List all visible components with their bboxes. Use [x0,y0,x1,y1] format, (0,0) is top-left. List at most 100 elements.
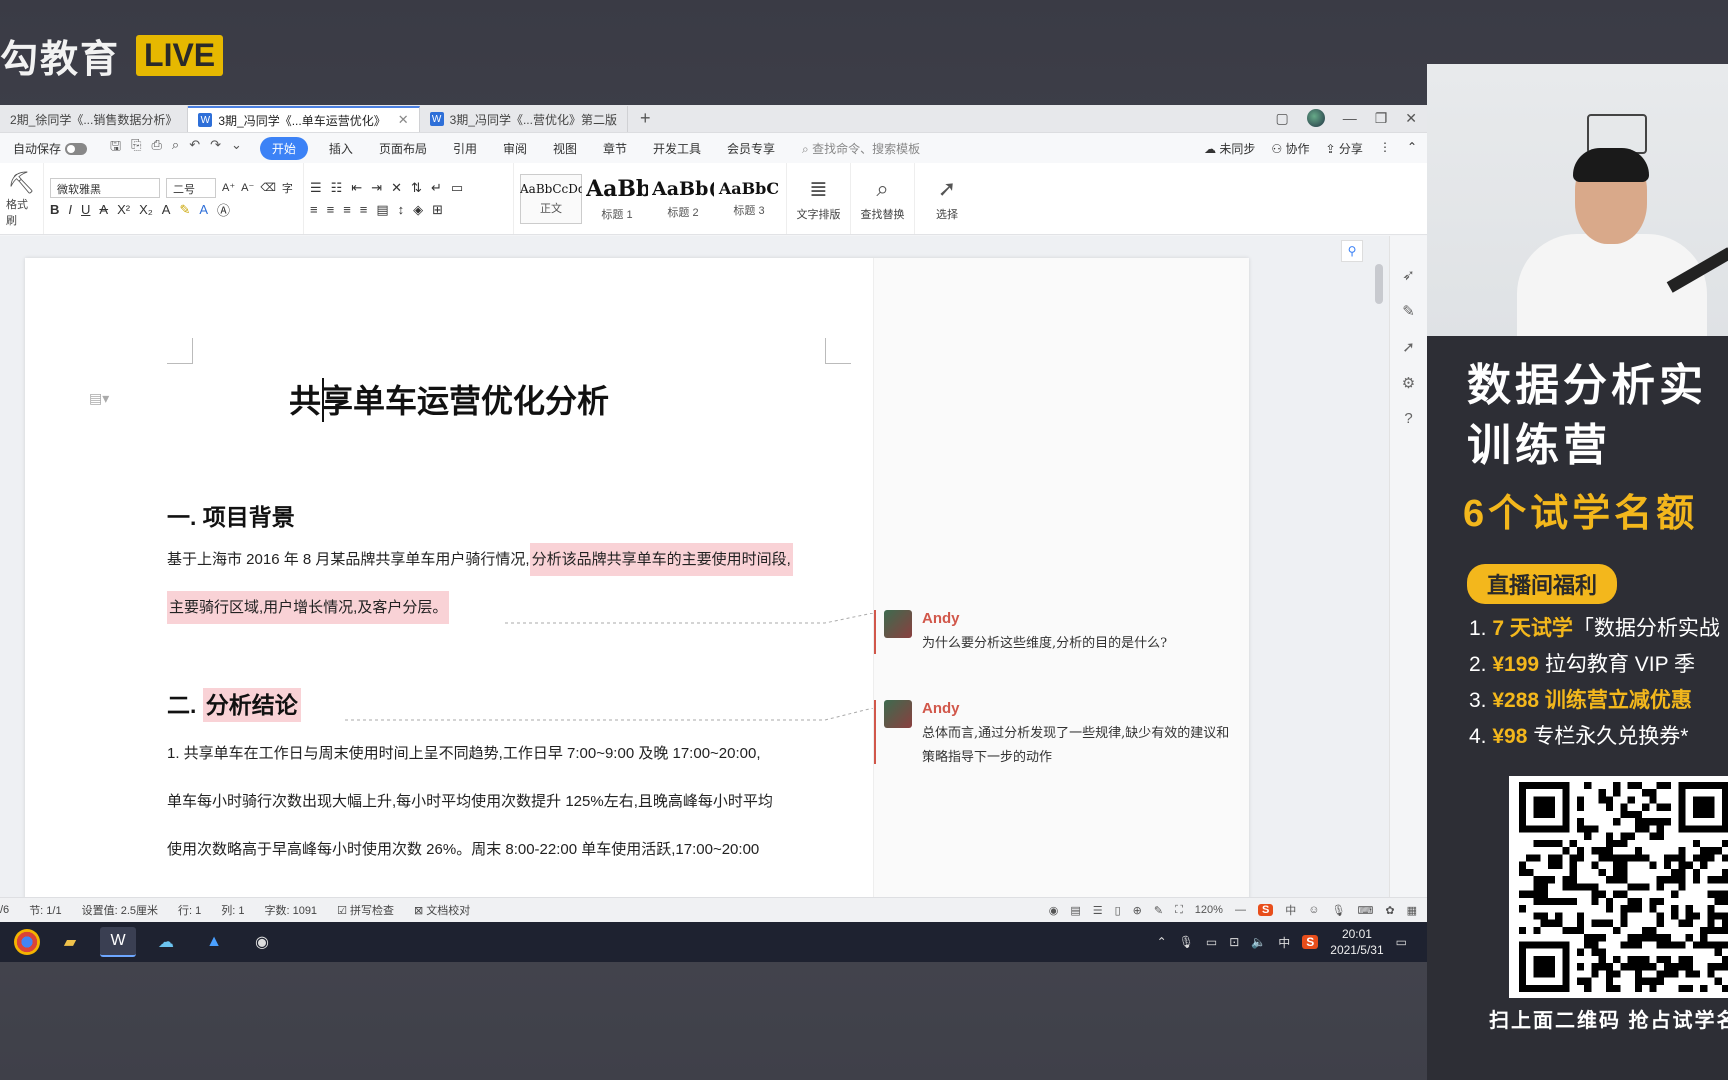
close-icon[interactable]: ✕ [398,112,409,128]
grow-font-icon[interactable]: A⁺ [222,181,235,194]
sliders-icon[interactable]: ⚙ [1402,374,1415,392]
line-spacing-icon[interactable]: ↕ [398,202,405,217]
emoji-icon[interactable]: ☺ [1308,904,1319,916]
chrome-icon[interactable] [14,929,40,955]
font-size-select[interactable]: 二号 [166,177,216,198]
preview-icon[interactable]: ⌕ [172,137,179,159]
wps-icon[interactable]: W [100,927,136,957]
zoom-out-icon[interactable]: — [1235,904,1246,916]
document-page[interactable]: ▤▾ 共享单车运营优化分析 一. 项目背景 基于上海市 2016 年 8 月某品… [25,258,1249,897]
redo-icon[interactable]: ↷ [210,137,221,159]
underline-icon[interactable]: U [81,202,90,217]
grid-icon[interactable]: ▦ [1407,904,1417,917]
status-words[interactable]: 字数: 1091 [254,902,327,918]
text-layout-button[interactable]: ≣ 文字排版 [787,163,851,234]
menu-page-layout[interactable]: 页面布局 [366,140,440,157]
menu-developer[interactable]: 开发工具 [640,140,714,157]
notification-icon[interactable]: ▭ [1396,935,1407,949]
numbered-list-icon[interactable]: ☷ [331,180,343,196]
chevron-down-icon[interactable]: ⌄ [231,137,242,159]
cloud-app-icon[interactable]: ☁ [148,927,184,957]
tab-count-icon[interactable]: ▢ [1275,110,1288,127]
clear-format-icon[interactable]: ⌫ [260,181,276,194]
chevron-up-icon[interactable]: ⌃ [1157,935,1167,949]
print-icon[interactable]: ⎙ [152,137,162,159]
comment-card[interactable]: Andy 总体而言,通过分析发现了一些规律,缺少有效的建议和策略指导下一步的动作 [874,700,1244,770]
user-avatar[interactable] [1306,109,1325,127]
restore-icon[interactable]: ❐ [1375,110,1388,127]
pen-icon[interactable]: ✎ [1402,302,1415,320]
show-marks-icon[interactable]: ↵ [431,180,442,196]
scroll-thumb[interactable] [1375,264,1383,304]
tab-document-3[interactable]: W 3期_冯同学《...营优化》第二版 [420,106,628,132]
subscript-icon[interactable]: X₂ [139,202,153,217]
system-clock[interactable]: 20:01 2021/5/31 [1330,926,1383,958]
bullet-list-icon[interactable]: ☰ [310,180,322,196]
menu-member[interactable]: 会员专享 [714,140,788,157]
close-window-icon[interactable]: ✕ [1405,110,1417,127]
minimize-icon[interactable]: — [1343,110,1357,126]
strikethrough-icon[interactable]: A [99,202,108,217]
superscript-icon[interactable]: X² [117,202,130,217]
web-view-icon[interactable]: ⊕ [1133,904,1142,917]
style-heading-3[interactable]: AaBbC 标题 3 [718,174,780,224]
ruler-icon[interactable]: ▭ [451,180,463,196]
obs-icon[interactable]: ◉ [244,927,280,957]
font-name-select[interactable]: 微软雅黑 [50,177,160,198]
proofread-button[interactable]: ⊠ 文档校对 [404,902,480,918]
menu-review[interactable]: 审阅 [490,140,540,157]
tab-document-1[interactable]: 2期_徐同学《...销售数据分析》 [0,106,189,132]
photos-icon[interactable]: ▲ [196,927,232,957]
more-icon[interactable]: ⋮ [1379,140,1391,157]
spell-check-button[interactable]: ☑ 拼写检查 [327,902,404,918]
microphone-icon[interactable]: 🎙 [1179,935,1194,949]
collapse-ribbon-icon[interactable]: ⌃ [1407,140,1417,157]
ime-language[interactable]: 中 [1285,902,1296,918]
align-center-icon[interactable]: ≡ [327,202,335,217]
borders-icon[interactable]: ⊞ [432,202,443,218]
location-pin-icon[interactable]: ⚲ [1341,240,1363,262]
volume-icon[interactable]: 🔈 [1251,935,1266,949]
sort-icon[interactable]: ⇅ [411,180,422,196]
help-icon[interactable]: ? [1404,410,1412,427]
rocket-icon[interactable]: ➶ [1402,266,1415,284]
network-icon[interactable]: ⊡ [1229,935,1239,949]
shading-icon[interactable]: ◈ [413,202,423,218]
format-painter-button[interactable]: ⛏ 格式刷 [0,163,44,234]
menu-view[interactable]: 视图 [540,140,590,157]
style-heading-2[interactable]: AaBb( 标题 2 [652,174,714,224]
menu-section[interactable]: 章节 [590,140,640,157]
vertical-scrollbar[interactable] [1375,246,1383,846]
collaborate-button[interactable]: ⚇ 协作 [1271,140,1309,157]
text-effect-icon[interactable]: A [162,202,171,217]
pointer-icon[interactable]: ➚ [1402,338,1415,356]
export-icon[interactable]: ⎘ [131,137,141,159]
save-icon[interactable]: 🖫 [110,137,121,159]
style-normal[interactable]: AaBbCcDd 正文 [520,173,582,224]
bold-icon[interactable]: B [50,202,59,217]
decrease-indent-icon[interactable]: ⇤ [351,180,362,196]
justify-icon[interactable]: ≡ [360,202,368,217]
shrink-font-icon[interactable]: A⁻ [241,181,254,194]
menu-references[interactable]: 引用 [440,140,490,157]
menu-insert[interactable]: 插入 [316,140,366,157]
battery-icon[interactable]: ▭ [1206,935,1217,949]
sogou-ime-icon[interactable]: S [1302,935,1319,949]
commented-heading[interactable]: 分析结论 [202,688,301,722]
commented-text[interactable]: 分析该品牌共享单车的主要使用时间段, [529,543,793,576]
tab-document-2[interactable]: W 3期_冯同学《...单车运营优化》 ✕ [188,106,420,132]
undo-icon[interactable]: ↶ [189,137,200,159]
eye-icon[interactable]: ◉ [1049,904,1059,917]
command-search[interactable]: ⌕ 查找命令、搜索模板 [802,140,920,157]
fit-page-icon[interactable]: ⛶ [1175,904,1183,917]
italic-icon[interactable]: I [68,202,72,217]
style-heading-1[interactable]: AaBb 标题 1 [586,174,648,224]
commented-text[interactable]: 主要骑行区域,用户增长情况,及客户分层。 [167,591,450,624]
read-view-icon[interactable]: ▯ [1115,904,1121,917]
autosave-toggle[interactable]: 自动保存 [0,140,100,157]
char-border-icon[interactable]: Ⓐ [217,200,230,219]
input-language[interactable]: 中 [1278,934,1290,951]
pinyin-icon[interactable]: 字 [282,180,293,196]
sync-button[interactable]: ☁ 未同步 [1204,140,1255,157]
outline-view-icon[interactable]: ☰ [1093,904,1103,917]
